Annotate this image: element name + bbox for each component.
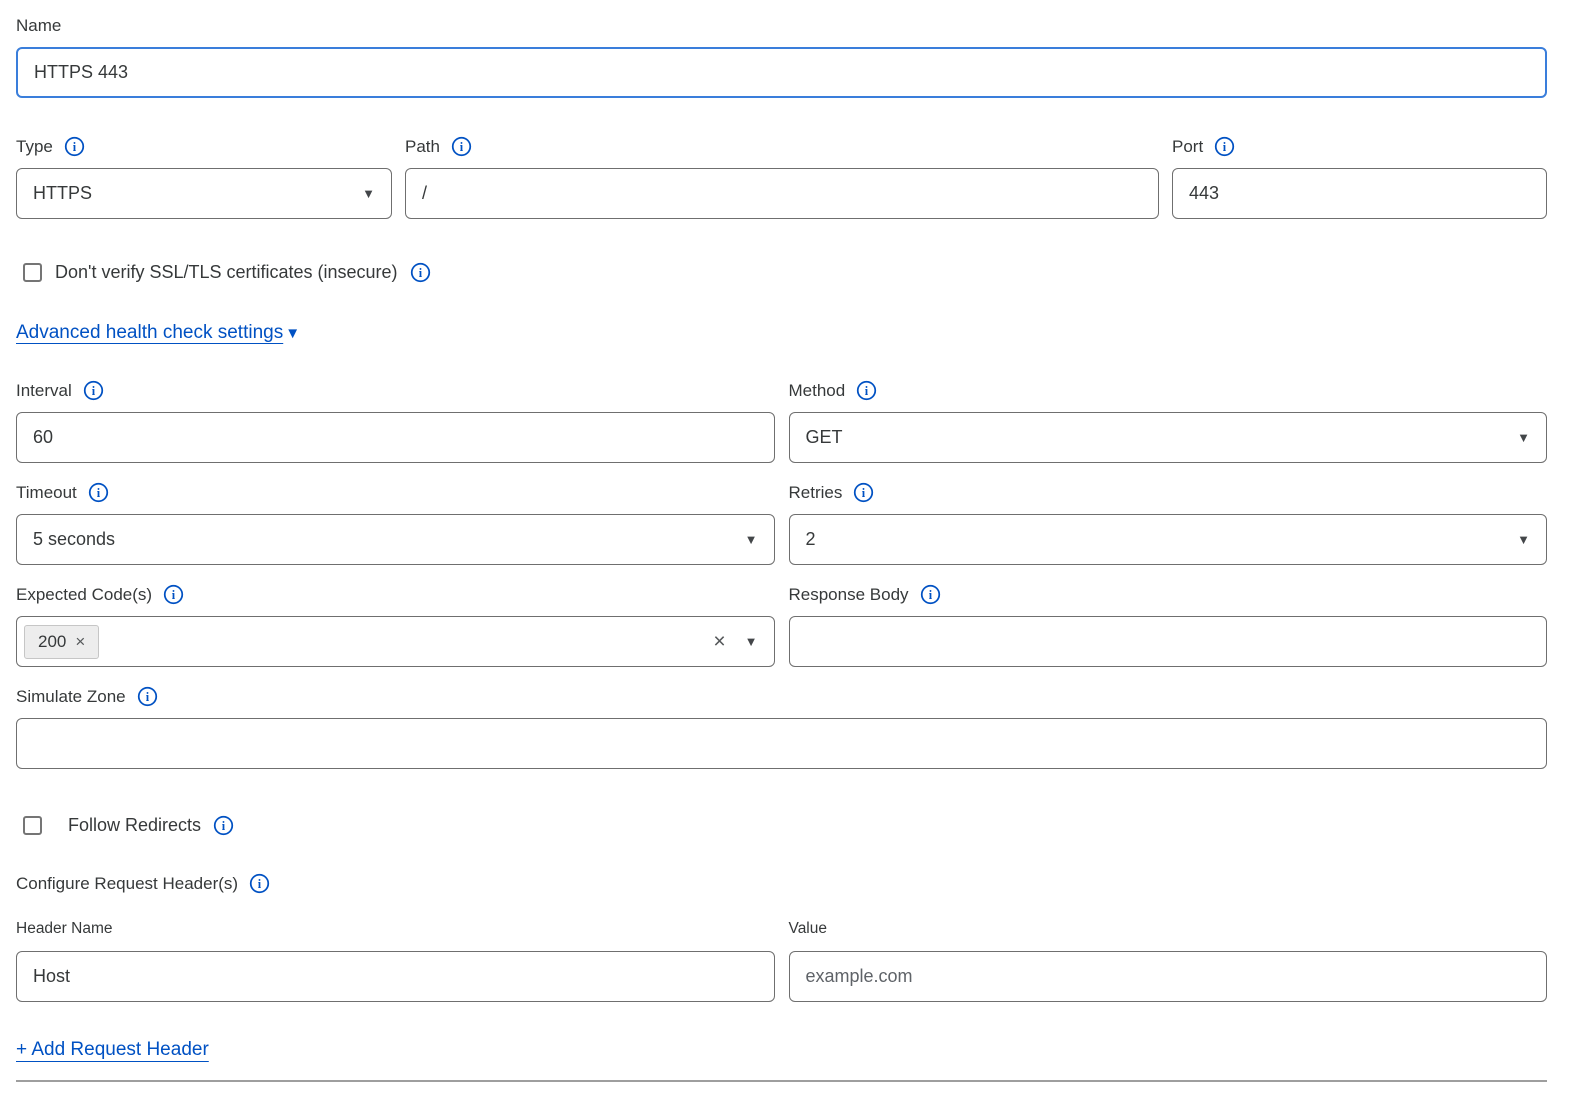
- response-body-label: Response Body: [789, 585, 909, 605]
- info-icon[interactable]: i: [451, 136, 472, 157]
- advanced-settings-link[interactable]: Advanced health check settings: [16, 322, 283, 344]
- chevron-down-icon: ▼: [362, 187, 375, 200]
- chevron-down-icon[interactable]: ▼: [745, 635, 758, 648]
- timeout-select[interactable]: 5 seconds ▼: [16, 514, 775, 565]
- follow-redirects-row: Follow Redirects i: [16, 815, 1547, 836]
- field-header-name: Header Name: [16, 920, 775, 1002]
- retries-select-value: 2: [806, 529, 816, 550]
- svg-text:i: i: [92, 384, 96, 398]
- clear-all-icon[interactable]: ×: [713, 631, 725, 652]
- svg-text:i: i: [1223, 140, 1227, 154]
- header-value-label: Value: [789, 920, 828, 938]
- header-name-input[interactable]: [16, 951, 775, 1002]
- info-icon[interactable]: i: [249, 873, 270, 894]
- request-headers-label: Configure Request Header(s): [16, 874, 238, 894]
- follow-redirects-label: Follow Redirects: [68, 815, 201, 836]
- info-icon[interactable]: i: [853, 482, 874, 503]
- info-icon[interactable]: i: [137, 686, 158, 707]
- expected-codes-label: Expected Code(s): [16, 585, 152, 605]
- svg-text:i: i: [460, 140, 464, 154]
- field-interval: Interval i: [16, 380, 775, 463]
- field-path: Path i: [405, 136, 1159, 219]
- name-label-row: Name: [16, 16, 1547, 36]
- name-input[interactable]: [16, 47, 1547, 98]
- method-label: Method: [789, 381, 846, 401]
- port-input[interactable]: [1172, 168, 1547, 219]
- expected-code-tag-label: 200: [38, 632, 66, 652]
- field-expected-codes: Expected Code(s) i 200 × × ▼: [16, 584, 775, 667]
- svg-text:i: i: [222, 819, 226, 833]
- advanced-settings-row: Advanced health check settings ▼: [16, 322, 1547, 344]
- type-select[interactable]: HTTPS ▼: [16, 168, 392, 219]
- info-icon[interactable]: i: [1214, 136, 1235, 157]
- field-port: Port i: [1172, 136, 1547, 219]
- header-value-input[interactable]: [789, 951, 1548, 1002]
- interval-label: Interval: [16, 381, 72, 401]
- expected-code-tag: 200 ×: [24, 625, 99, 659]
- svg-text:i: i: [97, 486, 101, 500]
- expected-codes-multiselect[interactable]: 200 × × ▼: [16, 616, 775, 667]
- svg-text:i: i: [862, 486, 866, 500]
- field-timeout: Timeout i 5 seconds ▼: [16, 482, 775, 565]
- svg-text:i: i: [418, 266, 422, 280]
- ssl-verify-label: Don't verify SSL/TLS certificates (insec…: [55, 262, 398, 283]
- header-name-label: Header Name: [16, 920, 113, 938]
- health-check-form: Name Type i HTTPS ▼ Path i: [0, 0, 1570, 1082]
- retries-select[interactable]: 2 ▼: [789, 514, 1548, 565]
- type-path-port-row: Type i HTTPS ▼ Path i Port: [16, 136, 1547, 219]
- info-icon[interactable]: i: [213, 815, 234, 836]
- info-icon[interactable]: i: [410, 262, 431, 283]
- add-header-row: + Add Request Header: [16, 1039, 1547, 1061]
- retries-label: Retries: [789, 483, 843, 503]
- info-icon[interactable]: i: [856, 380, 877, 401]
- field-name: Name: [16, 16, 1547, 98]
- info-icon[interactable]: i: [163, 584, 184, 605]
- field-method: Method i GET ▼: [789, 380, 1548, 463]
- port-label: Port: [1172, 137, 1203, 157]
- section-divider: [16, 1080, 1547, 1082]
- svg-text:i: i: [258, 877, 262, 891]
- svg-text:i: i: [172, 588, 176, 602]
- simulate-zone-label: Simulate Zone: [16, 687, 126, 707]
- field-response-body: Response Body i: [789, 584, 1548, 667]
- info-icon[interactable]: i: [64, 136, 85, 157]
- name-label: Name: [16, 16, 61, 36]
- field-simulate-zone: Simulate Zone i: [16, 686, 1547, 769]
- field-header-value: Value: [789, 920, 1548, 1002]
- response-body-input[interactable]: [789, 616, 1548, 667]
- svg-text:i: i: [928, 588, 932, 602]
- chevron-down-icon: ▼: [745, 533, 758, 546]
- timeout-select-value: 5 seconds: [33, 529, 115, 550]
- type-label: Type: [16, 137, 53, 157]
- request-headers-section: Configure Request Header(s) i: [16, 873, 1547, 894]
- add-request-header-link[interactable]: + Add Request Header: [16, 1039, 209, 1060]
- chevron-down-icon: ▼: [1517, 533, 1530, 546]
- follow-redirects-checkbox[interactable]: [23, 816, 42, 835]
- info-icon[interactable]: i: [88, 482, 109, 503]
- path-input[interactable]: [405, 168, 1159, 219]
- ssl-verify-row: Don't verify SSL/TLS certificates (insec…: [16, 262, 1547, 283]
- header-row: Header Name Value: [16, 920, 1547, 1002]
- path-label: Path: [405, 137, 440, 157]
- svg-text:i: i: [865, 384, 869, 398]
- method-select[interactable]: GET ▼: [789, 412, 1548, 463]
- remove-tag-icon[interactable]: ×: [75, 632, 85, 652]
- type-select-value: HTTPS: [33, 183, 92, 204]
- advanced-fields-grid: Interval i Method i GET ▼ Timeout: [16, 380, 1547, 667]
- svg-text:i: i: [73, 140, 77, 154]
- chevron-down-icon: ▼: [1517, 431, 1530, 444]
- chevron-down-icon: ▼: [285, 326, 300, 341]
- info-icon[interactable]: i: [920, 584, 941, 605]
- interval-input[interactable]: [16, 412, 775, 463]
- ssl-verify-checkbox[interactable]: [23, 263, 42, 282]
- svg-text:i: i: [145, 690, 149, 704]
- method-select-value: GET: [806, 427, 843, 448]
- simulate-zone-input[interactable]: [16, 718, 1547, 769]
- field-retries: Retries i 2 ▼: [789, 482, 1548, 565]
- timeout-label: Timeout: [16, 483, 77, 503]
- info-icon[interactable]: i: [83, 380, 104, 401]
- field-type: Type i HTTPS ▼: [16, 136, 392, 219]
